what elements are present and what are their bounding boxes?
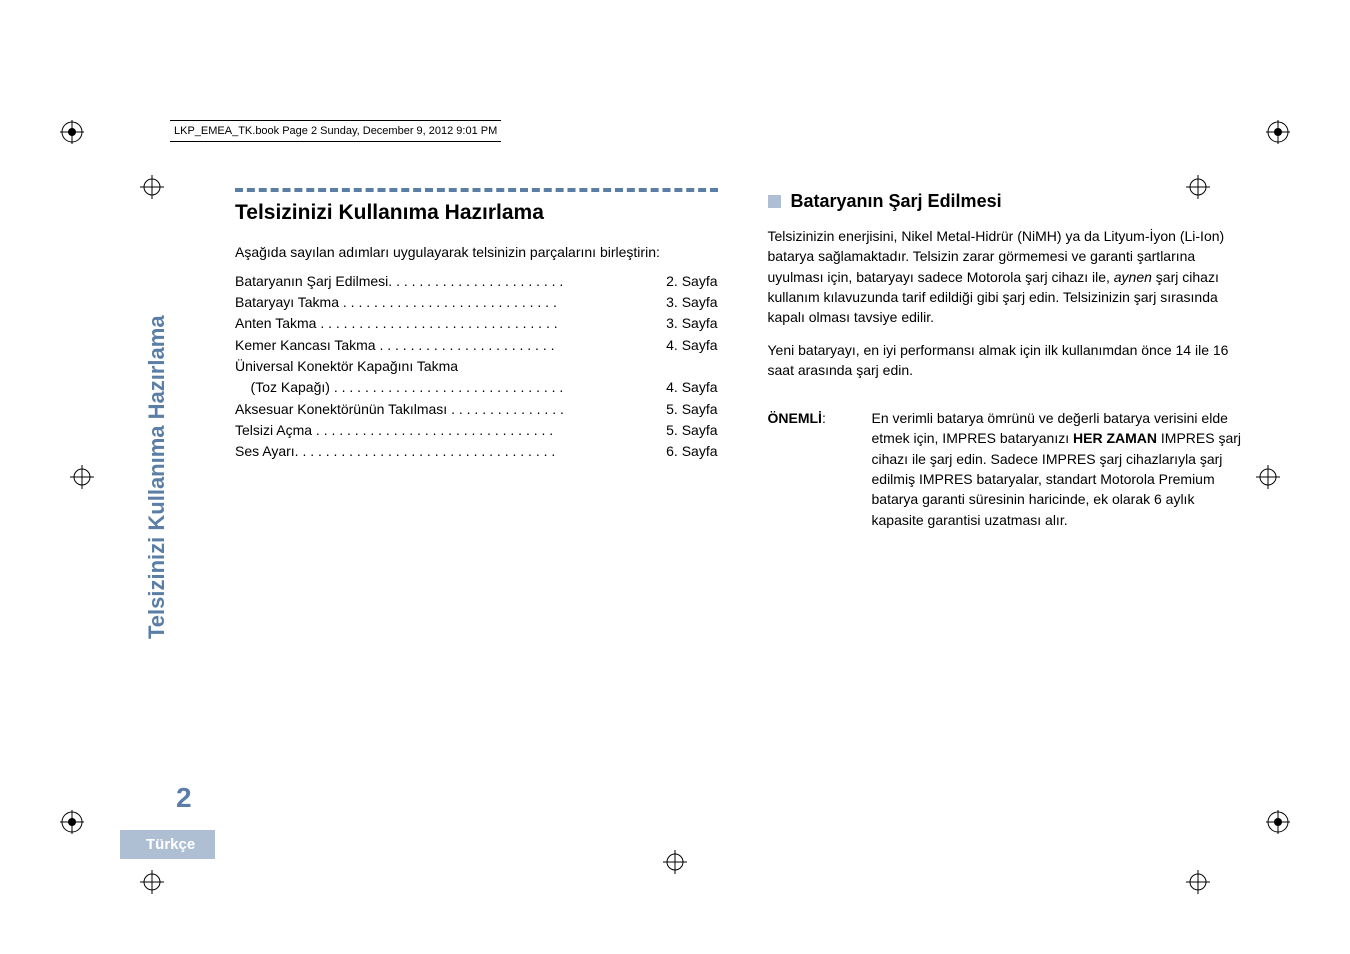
table-of-contents: 2. Sayfa Bataryanın Şarj Edilmesi. . . . … xyxy=(235,271,718,462)
page-number: 2 xyxy=(176,782,192,814)
toc-page: 3. Sayfa xyxy=(666,292,717,312)
toc-page: 4. Sayfa xyxy=(666,335,717,355)
toc-page: 5. Sayfa xyxy=(666,399,717,419)
toc-label: (Toz Kapağı) . . . . . . . . . . . . . .… xyxy=(235,379,563,395)
bullet-square-icon xyxy=(768,195,781,208)
important-note: ÖNEMLİ: En verimli batarya ömrünü ve değ… xyxy=(768,408,1251,530)
reg-mark xyxy=(1266,810,1290,834)
reg-mark xyxy=(140,870,164,894)
note-label: ÖNEMLİ: xyxy=(768,408,848,530)
toc-label: Üniversal Konektör Kapağını Takma xyxy=(235,358,458,374)
toc-label: Ses Ayarı. . . . . . . . . . . . . . . .… xyxy=(235,443,555,459)
toc-label: Bataryanın Şarj Edilmesi. . . . . . . . … xyxy=(235,273,563,289)
content-area: Telsizinizi Kullanıma Hazırlama Aşağıda … xyxy=(235,188,1250,854)
reg-mark xyxy=(1256,465,1280,489)
sidebar-title: Telsizinizi Kullanıma Hazırlama xyxy=(144,315,170,639)
note-body: En verimli batarya ömrünü ve değerli bat… xyxy=(872,408,1251,530)
reg-mark xyxy=(1186,870,1210,894)
reg-mark xyxy=(70,465,94,489)
bold-text: HER ZAMAN xyxy=(1073,430,1157,446)
toc-item: Üniversal Konektör Kapağını Takma xyxy=(235,356,718,376)
subsection-header: Bataryanın Şarj Edilmesi xyxy=(768,188,1251,214)
toc-item: 4. Sayfa Kemer Kancası Takma . . . . . . … xyxy=(235,335,718,355)
italic-text: aynen xyxy=(1114,269,1152,285)
paragraph: Telsizinizin enerjisini, Nikel Metal-Hid… xyxy=(768,226,1251,327)
toc-page: 5. Sayfa xyxy=(666,420,717,440)
paragraph: Yeni bataryayı, en iyi performansı almak… xyxy=(768,340,1251,381)
toc-page: 6. Sayfa xyxy=(666,441,717,461)
toc-item: 3. Sayfa Bataryayı Takma . . . . . . . . … xyxy=(235,292,718,312)
toc-page: 2. Sayfa xyxy=(666,271,717,291)
subsection-title: Bataryanın Şarj Edilmesi xyxy=(791,188,1002,214)
toc-label: Anten Takma . . . . . . . . . . . . . . … xyxy=(235,315,558,331)
note-colon: : xyxy=(822,410,826,426)
toc-item: 2. Sayfa Bataryanın Şarj Edilmesi. . . . … xyxy=(235,271,718,291)
note-label-bold: ÖNEMLİ xyxy=(768,410,822,426)
section-title: Telsizinizi Kullanıma Hazırlama xyxy=(235,198,718,228)
toc-page: 4. Sayfa xyxy=(666,377,717,397)
toc-label: Kemer Kancası Takma . . . . . . . . . . … xyxy=(235,337,555,353)
toc-item: 5. Sayfa Aksesuar Konektörünün Takılması … xyxy=(235,399,718,419)
toc-item: 4. Sayfa (Toz Kapağı) . . . . . . . . . … xyxy=(235,377,718,397)
column-right: Bataryanın Şarj Edilmesi Telsizinizin en… xyxy=(768,188,1251,854)
column-left: Telsizinizi Kullanıma Hazırlama Aşağıda … xyxy=(235,188,718,854)
toc-label: Telsizi Açma . . . . . . . . . . . . . .… xyxy=(235,422,553,438)
toc-label: Aksesuar Konektörünün Takılması . . . . … xyxy=(235,401,564,417)
running-head: LKP_EMEA_TK.book Page 2 Sunday, December… xyxy=(170,120,501,142)
reg-mark xyxy=(60,810,84,834)
section-divider xyxy=(235,188,718,194)
intro-text: Aşağıda sayılan adımları uygulayarak tel… xyxy=(235,242,718,262)
reg-mark xyxy=(140,175,164,199)
reg-mark xyxy=(60,120,84,144)
language-label: Türkçe xyxy=(120,830,215,859)
sidebar: Telsizinizi Kullanıma Hazırlama xyxy=(170,330,210,839)
reg-mark xyxy=(1266,120,1290,144)
toc-item: 5. Sayfa Telsizi Açma . . . . . . . . . .… xyxy=(235,420,718,440)
toc-label: Bataryayı Takma . . . . . . . . . . . . … xyxy=(235,294,557,310)
toc-page: 3. Sayfa xyxy=(666,313,717,333)
toc-item: 6. Sayfa Ses Ayarı. . . . . . . . . . . .… xyxy=(235,441,718,461)
toc-item: 3. Sayfa Anten Takma . . . . . . . . . . … xyxy=(235,313,718,333)
